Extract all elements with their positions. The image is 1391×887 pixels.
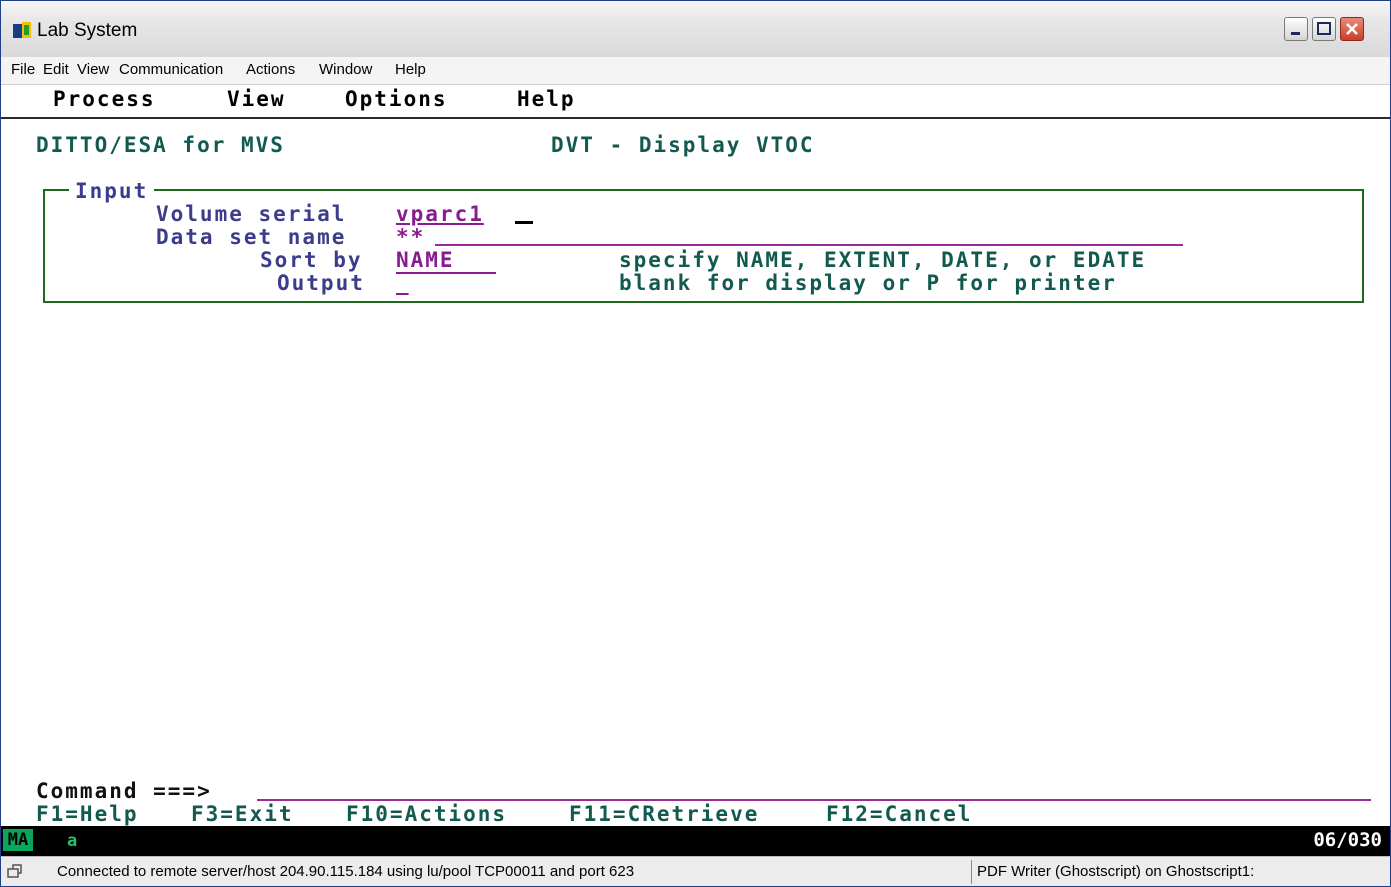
menu-actions[interactable]: Actions [246,61,295,78]
fkey-cretrieve[interactable]: F11=CRetrieve [569,802,759,826]
maximize-icon [1317,22,1331,35]
cursor-position: 06/030 [1313,829,1382,851]
menu-edit[interactable]: Edit [43,61,69,78]
sort-by-field[interactable]: NAME [396,248,496,274]
panel-menu-view[interactable]: View [227,87,286,111]
title-bar: Lab System [1,1,1390,58]
close-button[interactable] [1340,17,1364,41]
panel-menu-options[interactable]: Options [345,87,448,111]
fkey-help[interactable]: F1=Help [36,802,139,826]
panel-menu-help[interactable]: Help [517,87,576,111]
printer-status: PDF Writer (Ghostscript) on Ghostscript1… [977,863,1255,880]
connection-status: Connected to remote server/host 204.90.1… [57,863,635,880]
minimize-icon [1291,32,1300,35]
volume-serial-field[interactable]: vparc1 [396,202,484,226]
menu-help[interactable]: Help [395,61,426,78]
output-label: Output [277,271,365,295]
panel-divider [1,117,1390,119]
connection-icon [7,864,22,878]
output-field[interactable]: _ [396,271,411,295]
emulator-menubar: File Edit View Communication Actions Win… [1,57,1390,85]
volume-serial-label: Volume serial [156,202,347,226]
product-name: DITTO/ESA for MVS [36,133,285,157]
maximize-button[interactable] [1312,17,1336,41]
fkey-cancel[interactable]: F12=Cancel [826,802,972,826]
panel-menu-process[interactable]: Process [53,87,156,111]
menu-file[interactable]: File [11,61,35,78]
oia-session-indicator: a [67,831,78,851]
oia-ma-indicator: MA [3,829,33,851]
status-separator [971,860,972,884]
operator-info-area: MA a 06/030 [1,826,1390,856]
command-label: Command ===> [36,779,212,803]
sort-by-label: Sort by [260,248,363,272]
terminal-screen: Process View Options Help DITTO/ESA for … [1,85,1390,826]
input-group-title: Input [69,179,155,203]
dataset-name-label: Data set name [156,225,347,249]
emulator-window: Lab System File Edit View Communication … [0,0,1391,887]
window-title: Lab System [37,20,138,41]
minimize-button[interactable] [1284,17,1308,41]
menu-view[interactable]: View [77,61,109,78]
close-icon [1346,23,1358,35]
fkey-exit[interactable]: F3=Exit [191,802,294,826]
command-underline [257,799,1371,801]
app-icon [13,22,31,38]
text-cursor [515,221,533,224]
output-hint: blank for display or P for printer [619,271,1117,295]
sort-by-hint: specify NAME, EXTENT, DATE, or EDATE [619,248,1147,272]
dataset-name-underline [435,244,1183,246]
panel-title: DVT - Display VTOC [551,133,815,157]
dataset-name-field[interactable]: ** [396,225,425,249]
fkey-actions[interactable]: F10=Actions [346,802,507,826]
menu-window[interactable]: Window [319,61,372,78]
status-bar: Connected to remote server/host 204.90.1… [1,856,1390,886]
menu-communication[interactable]: Communication [119,61,223,78]
